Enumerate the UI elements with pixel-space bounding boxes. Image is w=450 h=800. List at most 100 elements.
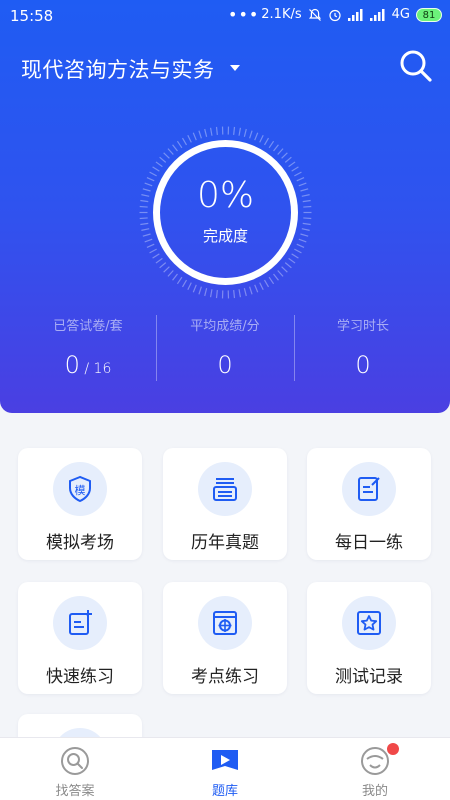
stat-average-value: 0	[217, 351, 233, 379]
nav-question-bank[interactable]: 题库	[150, 738, 300, 800]
daily-practice-icon	[342, 462, 396, 516]
completion-dial: 0% 完成度	[138, 125, 313, 300]
dial-tick	[167, 148, 174, 155]
dial-tick	[192, 284, 197, 293]
stat-papers-label: 已答试卷/套	[53, 319, 123, 334]
dial-tick	[198, 130, 202, 139]
signal-icon	[347, 8, 363, 21]
dial-tick	[187, 134, 192, 143]
dial-tick	[281, 152, 288, 159]
feature-quick-practice[interactable]: 快速练习	[18, 582, 142, 694]
dial-tick	[238, 289, 242, 298]
dial-tick	[263, 279, 270, 288]
dial-tick	[238, 127, 242, 136]
dial-tick	[159, 262, 167, 269]
dial-tick	[204, 288, 208, 297]
subject-selector[interactable]: 现代咨询方法与实务	[21, 54, 215, 84]
dial-tick	[294, 248, 302, 254]
dial-tick	[209, 289, 213, 298]
search-icon[interactable]	[398, 48, 434, 84]
dial-tick	[268, 276, 275, 285]
dial-tick	[254, 284, 259, 293]
dial-tick	[288, 257, 296, 264]
stat-papers-total: / 16	[79, 361, 112, 377]
dial-tick	[181, 279, 188, 288]
question-bank-icon	[212, 750, 238, 770]
stat-duration-value: 0	[355, 351, 371, 379]
dial-tick	[284, 262, 292, 269]
top-bar: 现代咨询方法与实务	[0, 48, 450, 88]
alarm-icon	[329, 9, 341, 21]
nav-label: 题库	[211, 784, 238, 799]
nav-find-answer[interactable]: 找答案	[0, 738, 150, 800]
stat-duration-label: 学习时长	[336, 319, 389, 334]
dial-tick	[259, 282, 264, 291]
stat-papers-value: 0 / 16	[18, 351, 158, 379]
status-bar: 15:58 ••• 2.1K/s 4G 81	[0, 0, 450, 34]
stat-duration: 学习时长 0	[293, 315, 433, 379]
nav-label: 我的	[361, 784, 388, 799]
dial-tick	[215, 290, 218, 299]
completion-percent: 0%	[196, 175, 255, 216]
dial-tick	[176, 276, 183, 285]
dial-tick	[254, 132, 259, 141]
completion-label: 完成度	[202, 227, 248, 245]
status-more-dots: •••	[228, 5, 260, 24]
past-papers-icon	[198, 462, 252, 516]
dial-tick	[139, 217, 148, 220]
stat-papers-count: 0	[64, 351, 80, 379]
dial-tick	[263, 137, 270, 146]
feature-key-points[interactable]: 考点练习	[163, 582, 287, 694]
network-speed: 2.1K/s	[261, 7, 302, 22]
dial-tick	[243, 128, 247, 137]
dial-tick	[163, 152, 170, 159]
dial-tick	[233, 126, 236, 135]
dial-tick	[273, 144, 279, 152]
nav-label: 找答案	[55, 784, 95, 799]
svg-text:模: 模	[75, 484, 86, 497]
feature-label: 测试记录	[335, 667, 403, 687]
dial-tick	[277, 270, 284, 277]
feature-past-papers[interactable]: 历年真题	[163, 448, 287, 560]
bottom-nav: 找答案 题库 我的	[0, 737, 450, 800]
feature-label: 模拟考场	[46, 533, 114, 553]
dial-tick	[159, 156, 167, 163]
dial-tick	[204, 128, 208, 137]
stat-papers: 已答试卷/套 0 / 16	[18, 315, 158, 379]
dial-tick	[152, 166, 160, 172]
nav-profile[interactable]: 我的	[300, 738, 450, 800]
mock-exam-icon: 模	[53, 462, 107, 516]
dial-tick	[273, 273, 279, 281]
dial-tick	[284, 156, 292, 163]
network-type: 4G	[391, 7, 410, 22]
dial-tick	[259, 134, 264, 143]
feature-label: 考点练习	[191, 667, 259, 687]
feature-mock-exam[interactable]: 模 模拟考场	[18, 448, 142, 560]
feature-daily-practice[interactable]: 每日一练	[307, 448, 431, 560]
dial-tick	[215, 126, 218, 135]
feature-test-record[interactable]: 测试记录	[307, 582, 431, 694]
dial-tick	[192, 132, 197, 141]
dial-tick	[209, 127, 213, 136]
feature-label: 历年真题	[191, 533, 259, 553]
caret-down-icon[interactable]	[230, 65, 240, 71]
search-answer-icon	[61, 747, 89, 775]
stats-row: 已答试卷/套 0 / 16 平均成绩/分 0 学习时长 0	[0, 315, 450, 385]
profile-icon	[361, 747, 389, 775]
key-points-icon	[198, 596, 252, 650]
dial-tick	[155, 257, 163, 264]
dial-tick	[233, 290, 236, 299]
dial-tick	[281, 266, 288, 273]
test-record-icon	[342, 596, 396, 650]
stat-average-label: 平均成绩/分	[190, 319, 260, 334]
dial-tick	[249, 130, 253, 139]
status-indicators: 2.1K/s 4G 81	[261, 7, 442, 22]
mute-bell-icon	[308, 8, 321, 21]
hd-signal-icon	[369, 8, 385, 21]
dial-tick	[291, 166, 299, 172]
feature-label: 快速练习	[46, 667, 114, 687]
feature-label: 每日一练	[335, 533, 403, 553]
dial-tick	[243, 288, 247, 297]
dial-tick	[303, 217, 312, 220]
quick-practice-icon	[53, 596, 107, 650]
